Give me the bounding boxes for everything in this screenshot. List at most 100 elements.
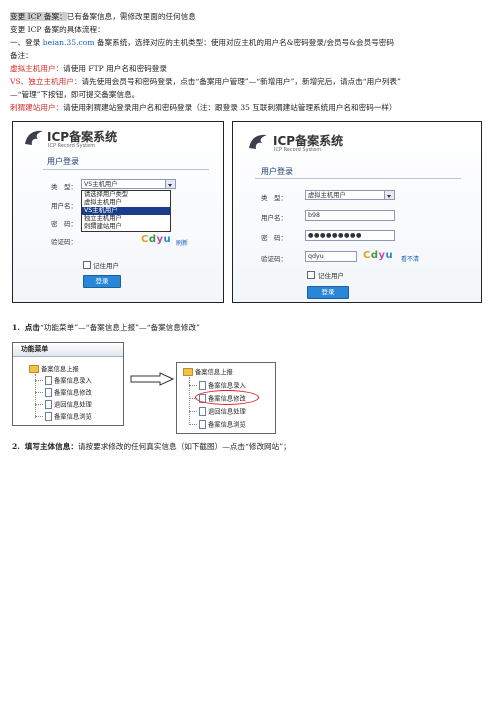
tree-line <box>35 392 43 393</box>
tree-line <box>189 424 197 425</box>
folder-icon <box>183 368 193 376</box>
menu-item-label: 备案信息修改 <box>54 389 92 397</box>
intro-line-1: 变更 ICP 备案：已有备案信息，需修改里面的任何信息 <box>10 12 196 22</box>
step-number: 1. <box>12 323 20 332</box>
menu-item[interactable]: 退回信息处理 <box>45 400 92 410</box>
login-screenshot-right: ICP备案系统 ICP Record System 用户登录 类 型： 虚拟主机… <box>232 121 482 303</box>
captcha-input[interactable]: qdyu <box>305 251 357 262</box>
step-bold: 填写主体信息： <box>24 442 78 451</box>
beian-link[interactable]: beian.35.com <box>43 38 95 47</box>
page-icon <box>199 381 206 390</box>
type-option-selected[interactable]: VS主机用户 <box>82 207 170 215</box>
highlight-circle <box>195 390 259 405</box>
system-subtitle: ICP Record System <box>274 147 322 153</box>
step-bold: 点击 <box>24 323 40 332</box>
step-1: 1. 点击“功能菜单”—“备案信息上报”—“备案信息修改” <box>12 323 200 333</box>
arrow-right-icon <box>130 372 174 386</box>
menu-item-label: 退回信息处理 <box>208 408 246 416</box>
username-input[interactable]: b98 <box>305 210 395 221</box>
captcha-label: 验证码： <box>261 255 287 263</box>
password-label: 密 码： <box>51 220 77 228</box>
vs-host-label: VS、独立主机用户： <box>10 77 82 86</box>
type-option[interactable]: 刺猬建站用户 <box>82 223 170 231</box>
remember-label: 记住用户 <box>318 272 344 280</box>
type-dropdown-list[interactable]: 请选择用户类型 虚拟主机用户 VS主机用户 独立主机用户 刺猬建站用户 <box>81 190 171 232</box>
type-option[interactable]: 请选择用户类型 <box>82 191 170 199</box>
remember-checkbox[interactable] <box>83 261 91 269</box>
step-text: “功能菜单”—“备案信息上报”—“备案信息修改” <box>39 323 200 332</box>
type-label: 类 型： <box>261 194 287 202</box>
menu-item[interactable]: 备案信息浏览 <box>45 412 92 422</box>
login-button[interactable]: 登录 <box>83 275 121 288</box>
menu-item[interactable]: 备案信息浏览 <box>199 420 246 430</box>
remark-virtual: 虚拟主机用户：请使用 FTP 用户名和密码登录 <box>10 64 167 74</box>
type-select-value: 虚拟主机用户 <box>308 192 346 199</box>
step-2: 2. 填写主体信息：请按要求修改的任何真实信息（如下截图）—点击“修改网站”； <box>12 442 291 452</box>
tree-line <box>189 385 197 386</box>
function-menu-zoom-panel: 备案信息上报 备案信息录入 备案信息修改 退回信息处理 备案信息浏览 <box>176 362 276 434</box>
refresh-captcha-link[interactable]: 刷新 <box>176 238 188 247</box>
tree-line <box>35 416 43 417</box>
tree-line <box>35 380 43 381</box>
menu-root[interactable]: 备案信息上报 <box>29 365 79 374</box>
password-input[interactable]: ●●●●●●●●● <box>305 230 395 241</box>
dragon-logo-icon <box>25 130 43 145</box>
tree-line <box>189 411 197 412</box>
type-option[interactable]: 虚拟主机用户 <box>82 199 170 207</box>
intro-text: 已有备案信息，需修改里面的任何信息 <box>66 12 196 21</box>
password-label: 密 码： <box>261 234 287 242</box>
remark-hedgehog: 刺猬建站用户：请使用刺猬建站登录用户名和密码登录（注：跟登录 35 互联刺猬建站… <box>10 103 397 113</box>
menu-root-label: 备案信息上报 <box>41 366 79 373</box>
page-icon <box>45 376 52 385</box>
dragon-logo-icon <box>249 134 267 149</box>
chevron-down-icon[interactable] <box>165 180 175 188</box>
menu-item-label: 备案信息浏览 <box>208 421 246 429</box>
remark-vs-cont: —“管理”下按钮，即可提交备案信息。 <box>10 90 140 99</box>
remember-checkbox[interactable] <box>307 271 315 279</box>
type-select[interactable]: 虚拟主机用户 <box>305 190 395 200</box>
captcha-image: Cdyu <box>141 234 172 245</box>
function-menu-panel: 功能菜单 备案信息上报 备案信息录入 备案信息修改 退回信息处理 备案信息浏览 <box>12 342 124 426</box>
username-label: 用户名： <box>261 214 287 222</box>
intro-line-3: 一、登录 beian.35.com 备案系统，选择对应的主机类型：使用对应主机的… <box>10 38 394 48</box>
highlight-label: 变更 ICP 备案： <box>10 12 67 21</box>
remember-label: 记住用户 <box>93 262 119 270</box>
tree-line <box>35 404 43 405</box>
menu-item[interactable]: 备案信息修改 <box>45 388 92 398</box>
menu-item[interactable]: 备案信息录入 <box>45 376 92 386</box>
login-button[interactable]: 登录 <box>307 286 349 299</box>
hedgehog-text: 请使用刺猬建站登录用户名和密码登录（注：跟登录 35 互联刺猬建站管理系统用户名… <box>63 103 397 112</box>
virtual-host-label: 虚拟主机用户： <box>10 64 64 73</box>
login-section-title: 用户登录 <box>47 157 79 166</box>
menu-root[interactable]: 备案信息上报 <box>183 368 233 377</box>
menu-root-label: 备案信息上报 <box>195 369 233 376</box>
page-icon <box>45 400 52 409</box>
divider <box>43 169 209 170</box>
hedgehog-label: 刺猬建站用户： <box>10 103 64 112</box>
chevron-down-icon[interactable] <box>384 191 394 199</box>
vs-host-text: 请先使用会员号和密码登录，点击“备案用户管理”—“新增用户”，新增完后，请点击“… <box>81 77 401 86</box>
step-one-text-rest: 备案系统，选择对应的主机类型：使用对应主机的用户名&密码登录/会员号&会员号密码 <box>94 38 394 47</box>
captcha-label: 验证码： <box>51 238 77 246</box>
type-select[interactable]: VS主机用户 <box>81 179 176 189</box>
page-icon <box>45 388 52 397</box>
step-number: 2. <box>12 442 20 451</box>
type-select-value: VS主机用户 <box>84 181 118 188</box>
menu-header: 功能菜单 <box>13 343 123 357</box>
captcha-image: Cdyu <box>363 250 394 261</box>
username-label: 用户名： <box>51 202 77 210</box>
menu-item-label: 备案信息录入 <box>208 382 246 390</box>
type-option[interactable]: 独立主机用户 <box>82 215 170 223</box>
system-subtitle: ICP Record System <box>48 143 96 149</box>
type-label: 类 型： <box>51 183 77 191</box>
menu-item-label: 备案信息浏览 <box>54 413 92 421</box>
page-icon <box>45 412 52 421</box>
intro-line-2: 变更 ICP 备案的具体流程： <box>10 25 105 34</box>
divider <box>255 178 461 179</box>
step-text: 请按要求修改的任何真实信息（如下截图）—点击“修改网站”； <box>77 442 291 451</box>
remark-vs: VS、独立主机用户：请先使用会员号和密码登录，点击“备案用户管理”—“新增用户”… <box>10 77 401 87</box>
remark-label: 备注： <box>10 51 33 60</box>
refresh-captcha-link[interactable]: 看不清 <box>401 254 419 263</box>
menu-item[interactable]: 退回信息处理 <box>199 407 246 417</box>
page-icon <box>199 407 206 416</box>
